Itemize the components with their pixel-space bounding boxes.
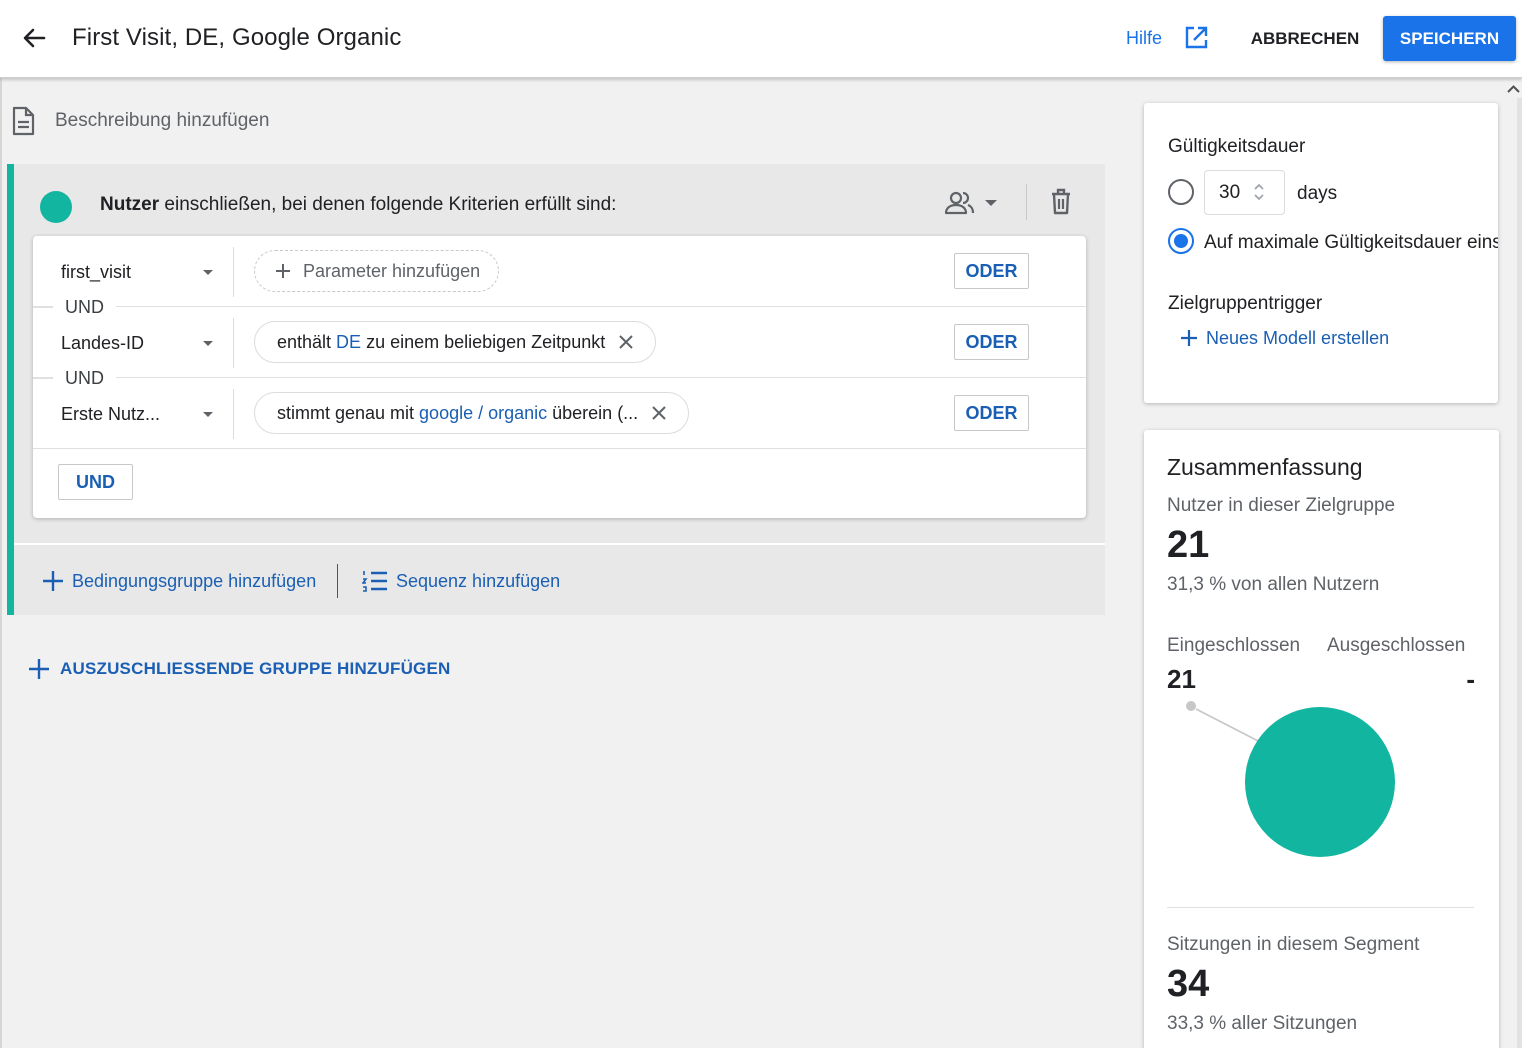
days-unit: days bbox=[1297, 183, 1338, 204]
new-model-label: Neues Modell erstellen bbox=[1206, 327, 1390, 348]
new-model-link[interactable]: Neues Modell erstellen bbox=[1180, 325, 1389, 351]
add-parameter-label: Parameter hinzufügen bbox=[303, 260, 481, 281]
cancel-button[interactable]: ABBRECHEN bbox=[1244, 18, 1366, 60]
pie-leader-line bbox=[1195, 708, 1265, 745]
condition-chip[interactable]: enthält DE zu einem beliebigen Zeitpunkt bbox=[254, 321, 657, 363]
trigger-title: Zielgruppentrigger bbox=[1168, 293, 1323, 314]
or-button[interactable]: ODER bbox=[954, 395, 1029, 431]
criteria-row: Erste Nutz... stimmt genau mit google / … bbox=[33, 378, 1086, 449]
header-separator bbox=[1026, 184, 1027, 220]
and-button[interactable]: UND bbox=[58, 464, 133, 500]
open-in-new-icon[interactable] bbox=[1182, 24, 1210, 52]
dimension-label: Landes-ID bbox=[61, 332, 145, 353]
validity-title: Gültigkeitsdauer bbox=[1168, 136, 1306, 157]
summary-panel: Zusammenfassung Nutzer in dieser Zielgru… bbox=[1144, 430, 1499, 1048]
excluded-value: - bbox=[1466, 664, 1475, 694]
row-separator bbox=[233, 389, 234, 439]
chip-value: DE bbox=[336, 331, 362, 352]
add-condition-group-link[interactable]: Bedingungsgruppe hinzufügen bbox=[42, 566, 316, 596]
trash-icon[interactable] bbox=[1048, 186, 1074, 216]
sessions-percent: 33,3 % aller Sitzungen bbox=[1167, 1013, 1358, 1034]
max-duration-radio[interactable] bbox=[1168, 228, 1194, 254]
chip-prefix: stimmt genau mit bbox=[277, 402, 420, 423]
add-sequence-link[interactable]: Sequenz hinzufügen bbox=[362, 566, 560, 596]
stepper-icon[interactable] bbox=[1250, 181, 1268, 203]
sessions-value: 34 bbox=[1167, 963, 1210, 1005]
caret-down-icon bbox=[203, 411, 213, 417]
condition-group-header: Nutzer einschließen, bei denen folgende … bbox=[14, 164, 1105, 240]
users-value: 21 bbox=[1167, 524, 1210, 566]
criteria-card: first_visit Parameter hinzufügen ODER UN… bbox=[33, 236, 1086, 518]
or-button[interactable]: ODER bbox=[954, 253, 1029, 289]
scrollbar[interactable] bbox=[1517, 98, 1522, 1048]
pie-leader-dot bbox=[1186, 701, 1196, 711]
or-button[interactable]: ODER bbox=[954, 324, 1029, 360]
scope-bold: Nutzer bbox=[100, 194, 160, 215]
dimension-label: first_visit bbox=[61, 261, 132, 282]
dimension-select[interactable]: Landes-ID bbox=[61, 329, 213, 357]
excluded-label: Ausgeschlossen bbox=[1327, 635, 1466, 656]
plus-icon bbox=[276, 264, 290, 278]
included-value: 21 bbox=[1167, 664, 1196, 694]
plus-icon bbox=[29, 659, 49, 679]
group-color-dot bbox=[40, 191, 72, 223]
scope-text: einschließen, bei denen folgende Kriteri… bbox=[159, 194, 617, 215]
plus-icon bbox=[43, 571, 63, 591]
top-bar: First Visit, DE, Google Organic Hilfe AB… bbox=[0, 0, 1522, 78]
chevron-down-icon bbox=[985, 200, 997, 206]
add-exclude-group-label: AUSZUSCHLIESSENDE GRUPPE HINZUFÜGEN bbox=[60, 659, 451, 678]
scope-dropdown[interactable] bbox=[944, 186, 1004, 220]
row-separator bbox=[233, 318, 234, 368]
close-icon[interactable] bbox=[619, 335, 633, 349]
row-divider bbox=[33, 448, 1086, 449]
dimension-label: Erste Nutz... bbox=[61, 403, 161, 424]
users-label: Nutzer in dieser Zielgruppe bbox=[1167, 495, 1396, 516]
max-duration-label: Auf maximale Gültigkeitsdauer einstellen bbox=[1204, 232, 1498, 253]
users-percent: 31,3 % von allen Nutzern bbox=[1167, 574, 1380, 595]
chip-value: google / organic bbox=[419, 402, 548, 423]
summary-divider bbox=[1167, 907, 1474, 908]
chip-suffix: überein (... bbox=[547, 402, 639, 423]
caret-down-icon bbox=[203, 340, 213, 346]
sequence-list-icon bbox=[362, 571, 387, 592]
add-description[interactable]: Beschreibung hinzufügen bbox=[10, 104, 269, 138]
criteria-row: first_visit Parameter hinzufügen ODER bbox=[33, 236, 1086, 307]
document-icon bbox=[12, 106, 35, 136]
back-arrow-icon[interactable] bbox=[18, 22, 50, 54]
pie-slice-included bbox=[1245, 707, 1395, 857]
plus-icon bbox=[1181, 330, 1197, 346]
chip-suffix: zu einem beliebigen Zeitpunkt bbox=[361, 331, 606, 352]
footer-separator bbox=[337, 564, 338, 598]
scroll-up-arrow-icon[interactable] bbox=[1505, 80, 1522, 98]
days-radio[interactable] bbox=[1168, 179, 1194, 205]
condition-group: Nutzer einschließen, bei denen folgende … bbox=[7, 164, 1105, 615]
sessions-label: Sitzungen in diesem Segment bbox=[1167, 934, 1420, 955]
caret-down-icon bbox=[203, 269, 213, 275]
close-icon[interactable] bbox=[652, 406, 666, 420]
days-input[interactable] bbox=[1204, 170, 1285, 215]
row-separator bbox=[233, 247, 234, 297]
condition-chip[interactable]: stimmt genau mit google / organic überei… bbox=[254, 392, 690, 434]
page-title: First Visit, DE, Google Organic bbox=[72, 24, 402, 51]
help-link[interactable]: Hilfe bbox=[1126, 28, 1162, 49]
validity-panel: Gültigkeitsdauer days Auf maximale Gülti… bbox=[1144, 103, 1498, 403]
add-sequence-label: Sequenz hinzufügen bbox=[396, 570, 561, 591]
description-placeholder: Beschreibung hinzufügen bbox=[55, 110, 270, 131]
people-icon bbox=[944, 191, 975, 215]
dimension-select[interactable]: Erste Nutz... bbox=[61, 400, 213, 428]
included-pie-chart bbox=[1186, 701, 1395, 857]
group-footer-divider bbox=[14, 543, 1105, 545]
dimension-select[interactable]: first_visit bbox=[61, 258, 213, 286]
group-scope-text: Nutzer einschließen, bei denen folgende … bbox=[100, 194, 616, 216]
summary-title: Zusammenfassung bbox=[1167, 454, 1363, 480]
criteria-row: Landes-ID enthält DE zu einem beliebigen… bbox=[33, 307, 1086, 378]
add-parameter-chip[interactable]: Parameter hinzufügen bbox=[254, 250, 500, 292]
included-label: Eingeschlossen bbox=[1167, 635, 1301, 656]
add-condition-group-label: Bedingungsgruppe hinzufügen bbox=[72, 570, 317, 591]
save-button[interactable]: SPEICHERN bbox=[1383, 16, 1516, 61]
left-edge bbox=[0, 78, 2, 1048]
add-exclude-group-link[interactable]: AUSZUSCHLIESSENDE GRUPPE HINZUFÜGEN bbox=[28, 654, 450, 684]
chip-prefix: enthält bbox=[277, 331, 337, 352]
